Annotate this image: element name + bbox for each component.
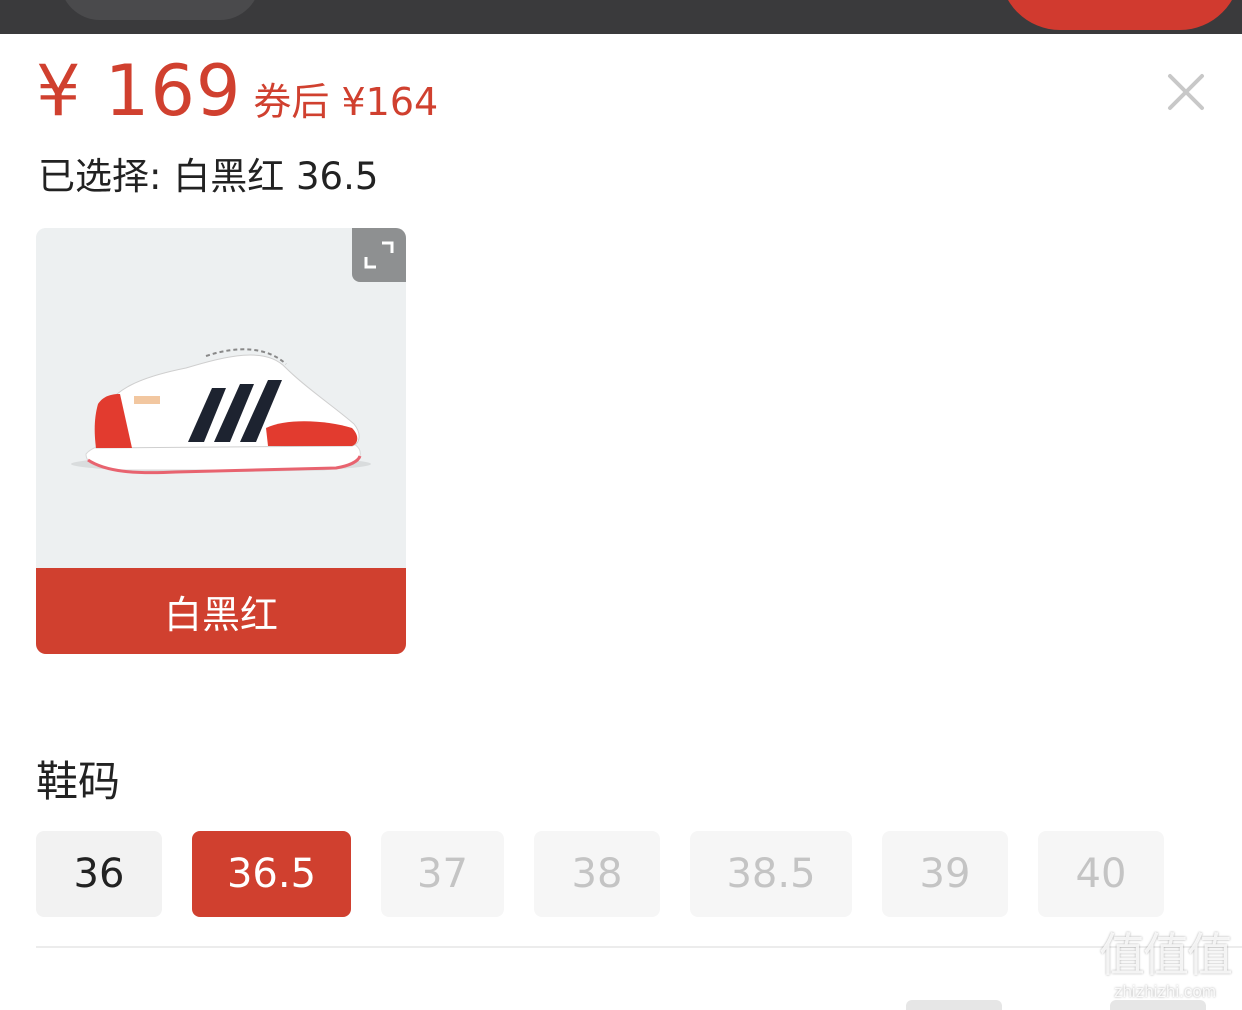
close-icon	[1168, 74, 1204, 110]
expand-icon	[364, 241, 394, 269]
size-option-label: 40	[1075, 851, 1127, 897]
product-image-fragment	[1000, 0, 1240, 30]
selected-summary: 已选择: 白黑红 36.5	[38, 155, 379, 198]
section-divider	[36, 946, 1242, 948]
close-button[interactable]	[1160, 66, 1212, 118]
expand-image-button[interactable]	[352, 228, 406, 282]
size-option-disabled[interactable]: 37	[381, 831, 504, 917]
product-image-fragment	[60, 0, 260, 20]
size-option-disabled[interactable]: 40	[1038, 831, 1164, 917]
size-option-disabled[interactable]: 38	[534, 831, 660, 917]
size-option-label: 36.5	[226, 851, 317, 897]
size-option-label: 38.5	[726, 851, 816, 897]
watermark-site: zhizhizhi.com	[1113, 982, 1217, 1001]
size-option-label: 38	[571, 851, 623, 897]
size-option-label: 39	[919, 851, 971, 897]
next-section-fragment	[906, 1000, 1002, 1010]
watermark-logo: 值值值	[1099, 929, 1233, 981]
size-option-disabled[interactable]: 39	[882, 831, 1008, 917]
current-price: ¥ 169	[36, 50, 242, 132]
size-option[interactable]: 36	[36, 831, 162, 917]
size-option-label: 37	[417, 851, 468, 897]
coupon-price: 券后 ¥164	[253, 80, 439, 124]
size-option-disabled[interactable]: 38.5	[690, 831, 852, 917]
size-option-label: 36	[73, 851, 125, 897]
price-block: ¥ 169 券后 ¥164	[36, 50, 438, 132]
color-option-label: 白黑红	[36, 568, 406, 654]
product-image-strip	[0, 0, 1242, 34]
watermark: 值值值 zhizhizhi.com	[1092, 928, 1238, 1004]
shoe-thumbnail	[36, 228, 406, 568]
size-option-selected[interactable]: 36.5	[192, 831, 351, 917]
color-option-card[interactable]: 白黑红	[36, 228, 406, 654]
size-section-title: 鞋码	[36, 757, 121, 806]
